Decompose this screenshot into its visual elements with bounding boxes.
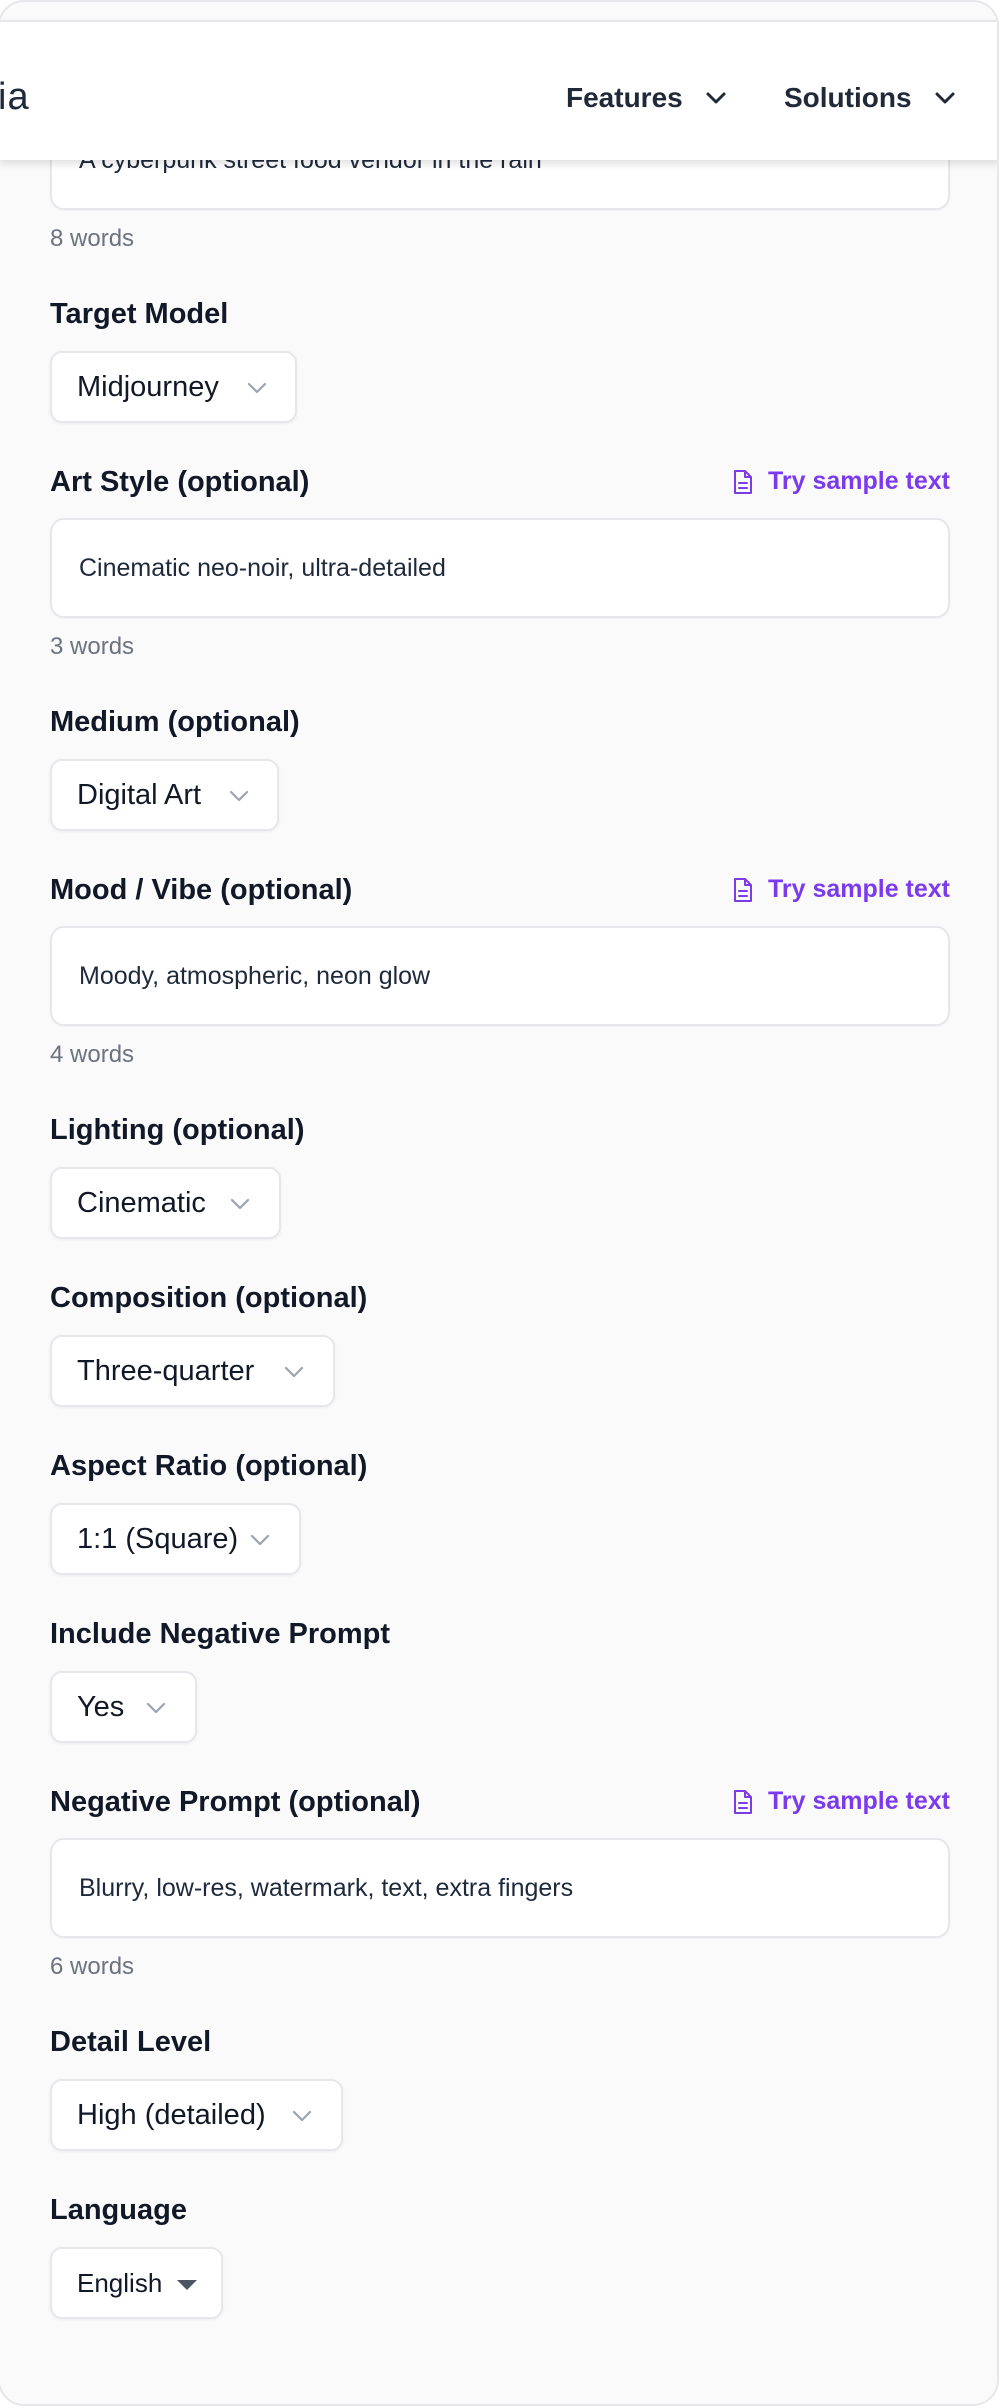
mood-sample-text: Try sample text [767, 875, 950, 903]
art-style-sample-link[interactable]: Try sample text [732, 467, 950, 496]
art-style-label: Art Style (optional) [50, 466, 310, 498]
aspect-ratio-select[interactable]: 1:1 (Square) [50, 1503, 301, 1575]
target-model-value: Midjourney [77, 370, 219, 403]
art-style-word-count: 3 words [50, 633, 135, 660]
mood-sample-link[interactable]: Try sample text [732, 875, 950, 904]
detail-level-value: High (detailed) [77, 2098, 266, 2131]
nav-features-label: Features [566, 82, 683, 113]
composition-label: Composition (optional) [50, 1282, 368, 1314]
nav-features[interactable]: Features [566, 82, 727, 114]
medium-value: Digital Art [77, 778, 202, 811]
nav-solutions-label: Solutions [784, 82, 912, 113]
medium-select[interactable]: Digital Art [50, 759, 279, 831]
include-negative-label: Include Negative Prompt [50, 1618, 391, 1650]
chevron-down-icon [935, 92, 955, 104]
art-style-input[interactable]: Cinematic neo-noir, ultra-detailed [50, 518, 950, 618]
document-icon [733, 877, 752, 902]
logo[interactable]: ia [0, 76, 30, 119]
detail-level-label: Detail Level [50, 2026, 212, 2058]
target-model-select[interactable]: Midjourney [50, 351, 297, 423]
chevron-down-icon [284, 1366, 304, 1378]
detail-level-select[interactable]: High (detailed) [50, 2079, 343, 2151]
lighting-value: Cinematic [77, 1186, 206, 1219]
mood-label: Mood / Vibe (optional) [50, 874, 353, 906]
document-icon [733, 469, 752, 494]
mood-input-value: Moody, atmospheric, neon glow [79, 961, 431, 990]
aspect-ratio-label: Aspect Ratio (optional) [50, 1450, 368, 1482]
include-negative-select[interactable]: Yes [50, 1671, 197, 1743]
mood-input[interactable]: Moody, atmospheric, neon glow [50, 926, 950, 1026]
chevron-down-icon [706, 92, 726, 104]
nav-solutions[interactable]: Solutions [784, 82, 956, 114]
include-negative-value: Yes [77, 1690, 125, 1723]
negative-prompt-sample-link[interactable]: Try sample text [732, 1787, 950, 1816]
top-nav-bar: ia Features Solutions [0, 20, 997, 160]
caret-down-icon [177, 2280, 197, 2290]
negative-prompt-input-value: Blurry, low-res, watermark, text, extra … [79, 1873, 574, 1902]
lighting-select[interactable]: Cinematic [50, 1167, 281, 1239]
chevron-down-icon [229, 790, 249, 802]
document-icon [733, 1789, 752, 1814]
art-style-sample-text: Try sample text [767, 467, 950, 495]
negative-prompt-word-count: 6 words [50, 1953, 135, 1980]
chevron-down-icon [146, 1702, 166, 1714]
target-model-label: Target Model [50, 298, 229, 330]
mood-word-count: 4 words [50, 1041, 135, 1068]
composition-value: Three-quarter [77, 1354, 255, 1387]
language-value: English [77, 2267, 163, 2298]
negative-prompt-sample-text: Try sample text [767, 1787, 950, 1815]
negative-prompt-input[interactable]: Blurry, low-res, watermark, text, extra … [50, 1838, 950, 1938]
language-label: Language [50, 2194, 187, 2226]
negative-prompt-label: Negative Prompt (optional) [50, 1786, 421, 1818]
chevron-down-icon [250, 1534, 270, 1546]
art-style-input-value: Cinematic neo-noir, ultra-detailed [79, 553, 446, 582]
language-select[interactable]: English [50, 2247, 223, 2319]
subject-word-count: 8 words [50, 225, 135, 252]
chevron-down-icon [247, 382, 267, 394]
chevron-down-icon [230, 1198, 250, 1210]
lighting-label: Lighting (optional) [50, 1114, 305, 1146]
chevron-down-icon [292, 2110, 312, 2122]
medium-label: Medium (optional) [50, 706, 300, 738]
page-frame: ia Features Solutions A cyberpunk street… [0, 0, 999, 2406]
aspect-ratio-value: 1:1 (Square) [77, 1522, 239, 1555]
composition-select[interactable]: Three-quarter [50, 1335, 335, 1407]
